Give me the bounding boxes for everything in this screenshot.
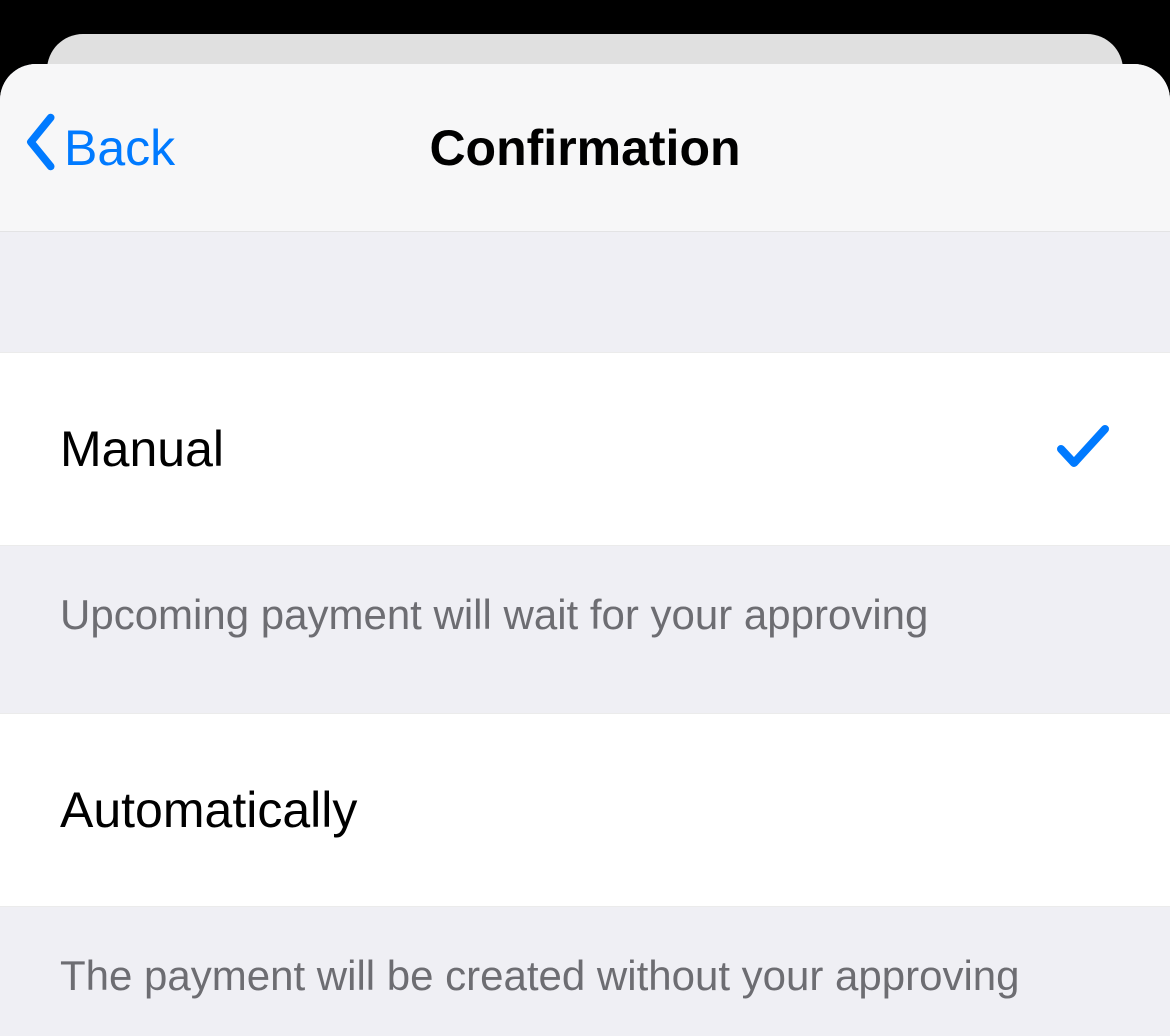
page-title-text: Confirmation bbox=[429, 119, 740, 177]
checkmark-icon bbox=[1056, 423, 1110, 476]
option-description: The payment will be created without your… bbox=[0, 907, 1170, 1036]
page-title: Confirmation bbox=[0, 64, 1170, 231]
option-row-automatically[interactable]: Automatically bbox=[0, 713, 1170, 907]
section-spacer bbox=[0, 232, 1170, 352]
chevron-left-icon bbox=[22, 113, 58, 183]
option-description: Upcoming payment will wait for your appr… bbox=[0, 546, 1170, 713]
back-button-label: Back bbox=[64, 119, 175, 177]
modal-sheet: Back Confirmation Manual Upcoming paymen… bbox=[0, 64, 1170, 1036]
back-button[interactable]: Back bbox=[22, 64, 175, 231]
option-description-text: The payment will be created without your… bbox=[60, 952, 1020, 999]
option-label: Automatically bbox=[60, 781, 357, 839]
option-label: Manual bbox=[60, 420, 224, 478]
nav-bar: Back Confirmation bbox=[0, 64, 1170, 232]
app-stage: Back Confirmation Manual Upcoming paymen… bbox=[0, 0, 1170, 1036]
option-row-manual[interactable]: Manual bbox=[0, 352, 1170, 546]
option-description-text: Upcoming payment will wait for your appr… bbox=[60, 591, 928, 638]
